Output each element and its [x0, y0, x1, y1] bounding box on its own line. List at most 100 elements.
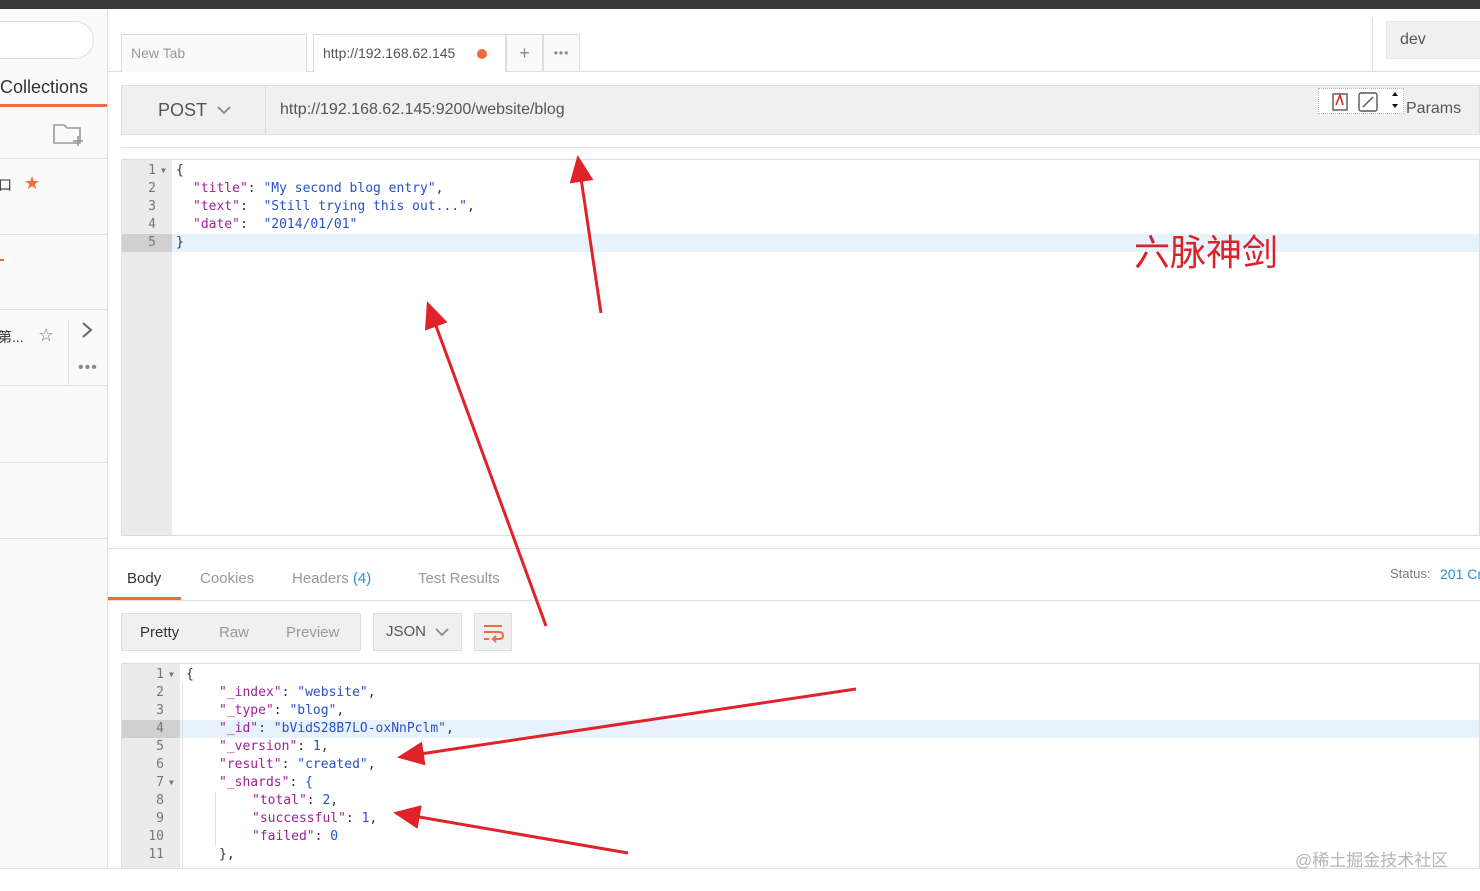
json-sep: : [345, 811, 362, 826]
divider [0, 538, 107, 539]
divider [68, 319, 69, 385]
json-value: "created" [297, 757, 368, 772]
json-punct: , [367, 685, 376, 700]
json-sep: : [247, 181, 264, 196]
language-label: JSON [386, 623, 427, 640]
code-text: "total": 2, [252, 792, 338, 810]
json-sep: : [258, 721, 274, 736]
collection-item-fragment[interactable]: 口 [0, 175, 12, 195]
add-tab-button[interactable]: + [506, 34, 543, 72]
new-folder-icon[interactable] [52, 121, 86, 147]
tab-more-button[interactable]: ••• [543, 34, 580, 72]
sidebar-tab-collections[interactable]: Collections [0, 71, 107, 107]
chevron-right-icon[interactable] [80, 321, 94, 345]
language-select[interactable]: JSON [373, 613, 462, 651]
tab-headers[interactable]: Headers (4) [292, 570, 371, 587]
divider [121, 147, 1480, 148]
divider [1372, 17, 1373, 72]
tab-cookies[interactable]: Cookies [200, 570, 254, 587]
tab-label: New Tab [131, 45, 186, 61]
tab-body[interactable]: Body [127, 570, 161, 587]
tab-test-results[interactable]: Test Results [418, 570, 500, 587]
more-icon[interactable]: ••• [78, 359, 98, 377]
unsaved-dot-icon [477, 49, 487, 59]
request-body-editor[interactable]: 1 ▼ {2 "title": "My second blog entry", 3 "te… [121, 159, 1480, 536]
line-number: 1 [156, 667, 164, 682]
line-number: 5 [156, 739, 164, 754]
window-top-bar [0, 0, 1480, 9]
json-key: "title" [193, 181, 248, 196]
wrap-lines-icon[interactable] [474, 613, 512, 651]
format-raw-button[interactable]: Raw [219, 624, 249, 641]
sidebar: Collections 口 ★ 第... ☆ ••• [0, 9, 108, 869]
tab-active-request[interactable]: http://192.168.62.145 [313, 34, 506, 72]
url-extension-icons [1318, 88, 1404, 114]
fold-caret-icon[interactable]: ▼ [169, 666, 174, 684]
chevron-down-icon [216, 86, 232, 153]
params-button[interactable]: Params [1406, 100, 1461, 118]
json-value: "2014/01/01" [263, 217, 358, 232]
url-input[interactable] [266, 86, 1384, 134]
code-text: "_type": "blog", [219, 702, 344, 720]
sidebar-search-input[interactable] [0, 21, 94, 59]
json-brace: } [176, 235, 184, 250]
divider [0, 158, 107, 159]
status-value: 201 Cr [1440, 566, 1480, 582]
line-number: 9 [156, 811, 164, 826]
request-tabs-bar: New Tab http://192.168.62.145 + ••• dev [108, 9, 1480, 72]
code-text: "date": "2014/01/01" [193, 216, 357, 234]
line-number: 5 [148, 235, 156, 250]
request-bar: POST Params [121, 85, 1480, 135]
code-line: 1 ▼ { [122, 162, 1479, 180]
fold-caret-icon[interactable]: ▼ [169, 774, 174, 792]
json-key: "failed" [252, 829, 315, 844]
code-text: "_id": "bVidS28B7LO-oxNnPclm", [219, 720, 454, 738]
line-number: 6 [156, 757, 164, 772]
json-sep: : [297, 739, 313, 754]
environment-select[interactable]: dev [1386, 21, 1480, 59]
code-line: 5 "_version": 1, [122, 738, 1479, 756]
code-text: } [176, 234, 184, 252]
json-sep: : [314, 829, 331, 844]
json-brace: { [176, 163, 184, 178]
fold-caret-icon[interactable]: ▼ [161, 162, 166, 180]
code-line: 3 "text": "Still trying this out...", [122, 198, 1479, 216]
star-filled-icon[interactable]: ★ [24, 173, 40, 194]
collection-item-fragment[interactable]: 第... [0, 327, 24, 347]
json-sep: : [306, 793, 323, 808]
json-key: "_index" [219, 685, 282, 700]
tab-new-tab[interactable]: New Tab [121, 34, 307, 72]
code-line: 10 "failed": 0 [122, 828, 1479, 846]
json-sep: : [273, 703, 290, 718]
code-line: 3 "_type": "blog", [122, 702, 1479, 720]
code-line: 2 "title": "My second blog entry", [122, 180, 1479, 198]
format-pretty-button[interactable]: Pretty [140, 624, 179, 641]
json-punct: , [466, 199, 475, 214]
indent-guide [182, 684, 183, 869]
json-punct: , [320, 739, 329, 754]
divider [0, 385, 107, 386]
json-key: "successful" [252, 811, 346, 826]
code-line: 2 "_index": "website", [122, 684, 1479, 702]
line-number: 8 [156, 793, 164, 808]
json-key: "_type" [219, 703, 274, 718]
json-brace: { [186, 667, 194, 682]
divider [0, 309, 107, 310]
code-line: 9 "successful": 1, [122, 810, 1479, 828]
code-text: { [186, 666, 194, 684]
code-text: "title": "My second blog entry", [193, 180, 443, 198]
json-value: { [305, 775, 313, 790]
json-brace: }, [219, 847, 235, 862]
chevron-down-icon [434, 614, 450, 663]
response-body-viewer[interactable]: 1 ▼ {2 "_index": "website", 3 "_type": "blog"… [121, 663, 1480, 869]
json-key: "text" [193, 199, 240, 214]
format-preview-button[interactable]: Preview [286, 624, 339, 641]
json-sep: : [281, 685, 298, 700]
method-select[interactable]: POST [122, 86, 266, 134]
tab-headers-label: Headers [292, 570, 349, 587]
json-key: "_shards" [219, 775, 290, 790]
divider [108, 548, 1480, 549]
divider [0, 234, 107, 235]
star-outline-icon[interactable]: ☆ [38, 325, 54, 346]
json-value: "bVidS28B7LO-oxNnPclm" [273, 721, 446, 736]
